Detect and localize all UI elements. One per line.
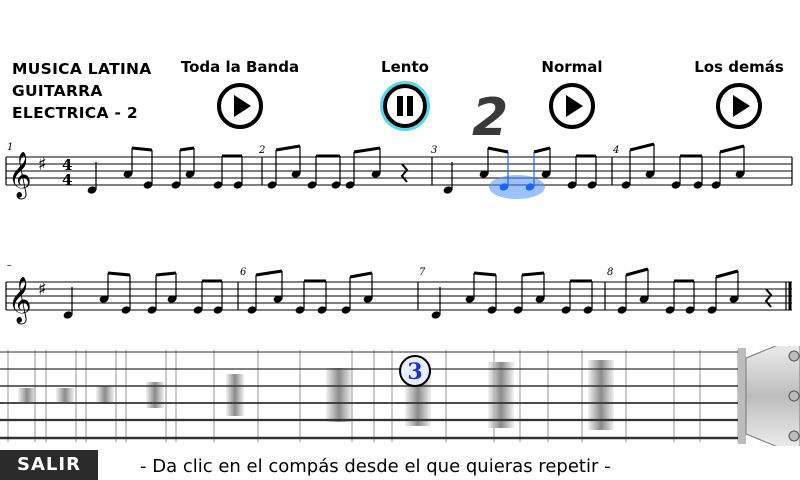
song-title: MUSICA LATINA GUITARRA ELECTRICA - 2 xyxy=(12,58,152,124)
staff-system-2[interactable]: 5 6 7 8 𝄞 ♯ xyxy=(0,265,800,335)
measure-number: 3 xyxy=(431,145,437,156)
notes-group xyxy=(63,267,773,319)
fret-finger-number: 3 xyxy=(407,359,422,385)
repeat-hint-text: - Da clic en el compás desde el que quie… xyxy=(140,456,611,477)
treble-clef-icon: 𝄞 xyxy=(8,277,32,325)
play-icon[interactable] xyxy=(215,81,265,131)
measure-number: 7 xyxy=(419,267,426,278)
play-icon[interactable] xyxy=(714,81,764,131)
fret-finger-marker: 3 xyxy=(399,355,431,387)
key-sharp-icon: ♯ xyxy=(38,279,47,300)
key-sharp-icon: ♯ xyxy=(38,154,47,175)
control-toda-la-banda[interactable]: Toda la Banda xyxy=(170,57,310,131)
control-label-normal: Normal xyxy=(541,58,603,76)
treble-clef-icon: 𝄞 xyxy=(8,152,32,200)
count-in-number: 2 xyxy=(472,88,508,148)
time-signature-bottom: 4 xyxy=(62,171,72,189)
measure-number: 4 xyxy=(612,145,619,156)
current-note-highlight xyxy=(489,175,545,199)
measure-number: 8 xyxy=(607,267,613,278)
exit-button[interactable]: SALIR xyxy=(0,450,98,480)
measure-number: 6 xyxy=(240,267,247,278)
title-line-2: GUITARRA xyxy=(12,82,103,100)
title-line-3: ELECTRICA - 2 xyxy=(12,104,138,122)
notes-group xyxy=(87,142,745,194)
control-los-demas[interactable]: Los demás xyxy=(669,57,800,131)
pause-icon[interactable] xyxy=(380,81,430,131)
control-label-toda-la-banda: Toda la Banda xyxy=(180,58,300,76)
staff-system-1[interactable]: 1 2 3 4 𝄞 ♯ 4 4 xyxy=(0,140,800,210)
control-lento[interactable]: Lento xyxy=(335,57,475,131)
play-icon[interactable] xyxy=(547,81,597,131)
measure-number: 5 xyxy=(7,265,13,269)
measure-number: 2 xyxy=(258,145,265,156)
control-label-los-demas: Los demás xyxy=(694,58,784,76)
control-label-lento: Lento xyxy=(381,58,429,76)
title-line-1: MUSICA LATINA xyxy=(12,60,152,78)
guitar-fretboard[interactable]: 3 xyxy=(0,346,800,446)
control-normal[interactable]: Normal xyxy=(502,57,642,131)
